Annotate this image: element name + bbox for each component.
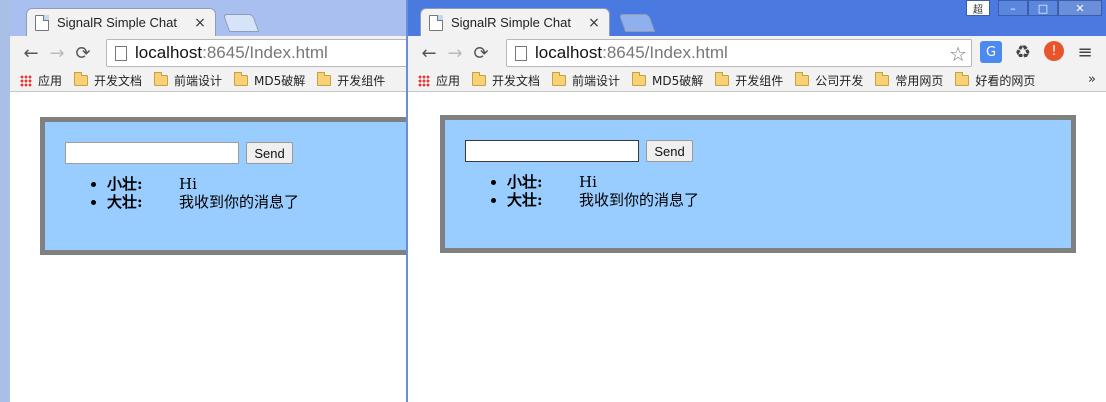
page-viewport: Send 小壮: Hi 大壮: 我收到你的消息了	[408, 93, 1106, 402]
message-sender: 小壮:	[507, 173, 543, 191]
back-arrow-icon[interactable]: ←	[18, 40, 44, 66]
address-bar[interactable]: localhost:8645/Index.html	[106, 39, 408, 67]
url-text: localhost:8645/Index.html	[535, 43, 728, 62]
bookmark-folder[interactable]: 前端设计	[154, 72, 222, 89]
folder-icon	[154, 72, 169, 86]
apps-grid-icon	[20, 74, 32, 87]
message-text: 我收到你的消息了	[579, 191, 700, 209]
new-tab-button[interactable]	[222, 14, 260, 32]
reload-icon[interactable]: ⟳	[70, 40, 96, 66]
maximize-icon[interactable]: □	[1028, 0, 1058, 16]
more-bookmarks-icon[interactable]: »	[1088, 72, 1096, 87]
page-icon	[429, 14, 443, 31]
bookmark-folder[interactable]: 开发组件	[317, 72, 385, 89]
bookmark-folder[interactable]: MD5破解	[234, 72, 305, 89]
bookmark-folder[interactable]: 开发文档	[74, 72, 142, 89]
chat-container: Send 小壮: Hi 大壮: 我收到你的消息了	[440, 115, 1076, 253]
apps-grid-icon	[418, 74, 430, 87]
list-item: 大壮: 我收到你的消息了	[507, 191, 699, 209]
address-bar[interactable]: localhost:8645/Index.html ☆	[506, 39, 972, 67]
folder-icon	[875, 72, 890, 86]
folder-icon	[234, 72, 249, 86]
message-input[interactable]	[465, 140, 639, 162]
message-text: Hi	[579, 173, 597, 191]
bookmark-folder[interactable]: 公司开发	[795, 72, 863, 89]
bookmark-folder[interactable]: 开发组件	[715, 72, 783, 89]
close-tab-icon[interactable]: ×	[193, 15, 207, 31]
window-controls: 超 – □ ✕	[966, 0, 1102, 16]
message-text: Hi	[179, 175, 197, 193]
bookmark-apps[interactable]: 应用	[418, 72, 460, 89]
bookmark-folder[interactable]: 常用网页	[875, 72, 943, 89]
reload-icon[interactable]: ⟳	[468, 40, 494, 66]
recycle-extension-icon[interactable]: ♻	[1012, 41, 1034, 63]
translate-extension-icon[interactable]: G	[980, 41, 1002, 63]
bookmark-folder[interactable]: 前端设计	[552, 72, 620, 89]
tab-strip: SignalR Simple Chat × 超 – □ ✕	[408, 0, 1106, 36]
page-icon	[35, 14, 49, 31]
tab-title: SignalR Simple Chat	[57, 15, 177, 30]
folder-icon	[715, 72, 730, 86]
list-item: 小壮: Hi	[507, 173, 699, 191]
folder-icon	[317, 72, 332, 86]
back-arrow-icon[interactable]: ←	[416, 40, 442, 66]
folder-icon	[472, 72, 487, 86]
close-window-icon[interactable]: ✕	[1058, 0, 1102, 16]
folder-icon	[632, 72, 647, 86]
bookmarks-bar: 应用 开发文档 前端设计 MD5破解 开发组件	[10, 70, 408, 92]
message-sender: 小壮:	[107, 175, 143, 193]
page-icon	[515, 45, 527, 61]
forward-arrow-icon[interactable]: →	[44, 40, 70, 66]
forward-arrow-icon[interactable]: →	[442, 40, 468, 66]
user-profile-button[interactable]: 超	[966, 0, 990, 16]
close-tab-icon[interactable]: ×	[587, 15, 601, 31]
message-text: 我收到你的消息了	[179, 193, 300, 211]
send-button[interactable]: Send	[246, 142, 293, 164]
bookmark-star-icon[interactable]: ☆	[949, 42, 967, 66]
browser-window-right: SignalR Simple Chat × 超 – □ ✕ ← → ⟳ loca…	[406, 0, 1106, 402]
browser-toolbar: ← → ⟳ localhost:8645/Index.html	[10, 36, 408, 70]
bookmark-folder[interactable]: 好看的网页	[955, 72, 1035, 89]
tab-signalr-chat[interactable]: SignalR Simple Chat ×	[26, 8, 216, 36]
new-tab-button[interactable]	[618, 14, 656, 32]
alert-extension-icon[interactable]: !	[1044, 41, 1064, 61]
bookmark-apps[interactable]: 应用	[20, 72, 62, 89]
bookmark-folder[interactable]: 开发文档	[472, 72, 540, 89]
folder-icon	[74, 72, 89, 86]
bookmarks-bar: 应用 开发文档 前端设计 MD5破解 开发组件 公司开发 常用网页 好看的网页 …	[408, 70, 1106, 92]
message-sender: 大壮:	[107, 193, 143, 211]
tab-title: SignalR Simple Chat	[451, 15, 571, 30]
page-viewport: Send 小壮: Hi 大壮: 我收到你的消息了	[10, 93, 408, 402]
message-list: 小壮: Hi 大壮: 我收到你的消息了	[507, 173, 699, 209]
bookmark-folder[interactable]: MD5破解	[632, 72, 703, 89]
folder-icon	[955, 72, 970, 86]
message-sender: 大壮:	[507, 191, 543, 209]
chat-container: Send 小壮: Hi 大壮: 我收到你的消息了	[40, 117, 408, 255]
menu-icon[interactable]: ≡	[1074, 41, 1096, 63]
tab-signalr-chat[interactable]: SignalR Simple Chat ×	[420, 8, 610, 36]
browser-window-left: SignalR Simple Chat × ← → ⟳ localhost:86…	[0, 0, 408, 402]
browser-toolbar: ← → ⟳ localhost:8645/Index.html ☆ G ♻ ! …	[408, 36, 1106, 70]
tab-strip: SignalR Simple Chat ×	[10, 0, 408, 36]
folder-icon	[552, 72, 567, 86]
list-item: 大壮: 我收到你的消息了	[107, 193, 299, 211]
list-item: 小壮: Hi	[107, 175, 299, 193]
minimize-icon[interactable]: –	[998, 0, 1028, 16]
page-icon	[115, 45, 127, 61]
folder-icon	[795, 72, 810, 86]
message-list: 小壮: Hi 大壮: 我收到你的消息了	[107, 175, 299, 211]
message-input[interactable]	[65, 142, 239, 164]
url-text: localhost:8645/Index.html	[135, 43, 328, 62]
send-button[interactable]: Send	[646, 140, 693, 162]
